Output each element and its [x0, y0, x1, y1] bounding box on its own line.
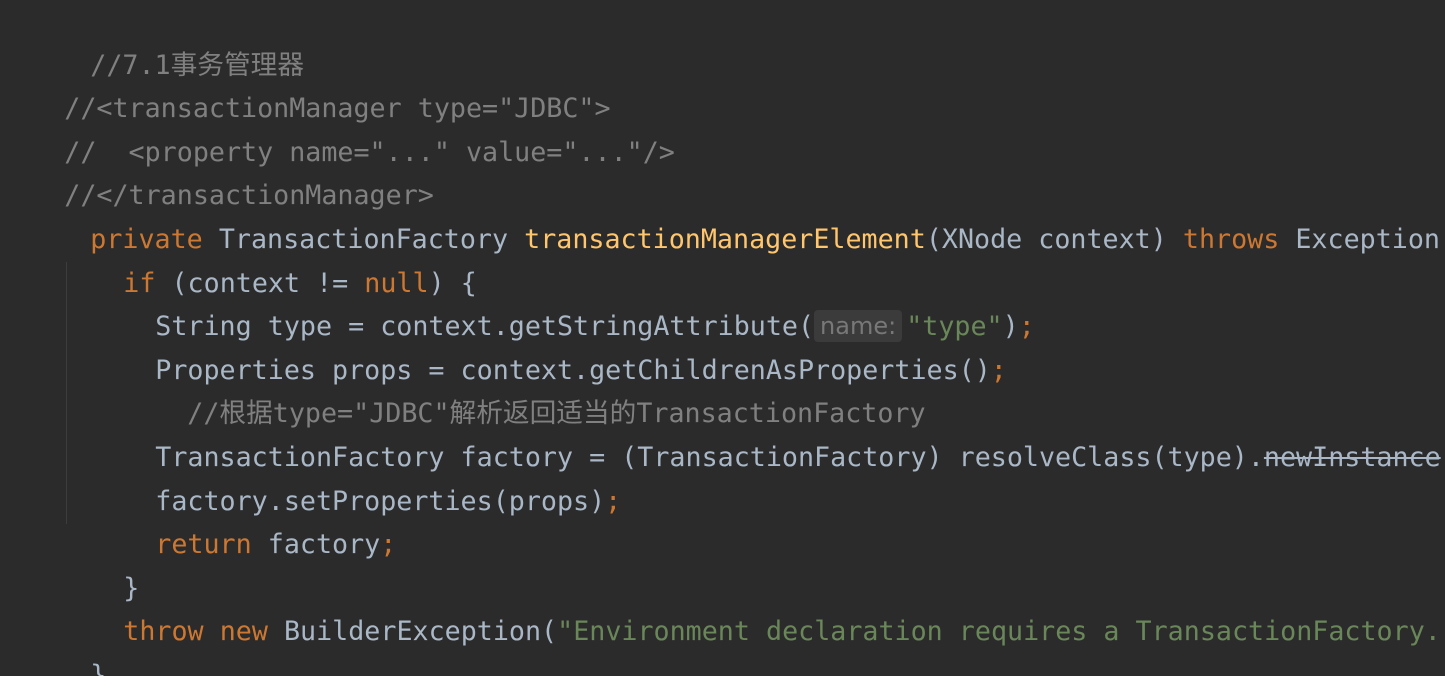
semicolon: ;	[990, 354, 1007, 386]
code-line-15: }	[26, 610, 106, 676]
code-line-9: //根据type="JDBC"解析返回适当的TransactionFactory	[123, 349, 925, 429]
code-line-1: //7.1事务管理器	[26, 0, 304, 81]
method-name: transactionManagerElement	[524, 223, 926, 255]
code-line-12: return factory;	[91, 480, 396, 560]
statement: BuilderException(	[267, 616, 558, 648]
method-params: (XNode context)	[925, 223, 1183, 255]
code-line-8: Properties props = context.getChildrenAs…	[91, 305, 1007, 386]
call-parens: ()	[1441, 442, 1445, 473]
code-line-14: throw new BuilderException("Environment …	[59, 567, 1445, 647]
semicolon: ;	[380, 529, 397, 561]
code-line-10: TransactionFactory factory = (Transactio…	[91, 392, 1445, 473]
code-line-11: factory.setProperties(props);	[91, 436, 621, 517]
exception-type: Exception {	[1295, 223, 1440, 255]
code-line-7: String type = context.getStringAttribute…	[91, 262, 1035, 343]
code-line-3: // <property name="..." value="..."/>	[0, 87, 675, 168]
semicolon: ;	[605, 485, 622, 517]
keyword-throws: throws	[1182, 223, 1280, 255]
code-line-13: }	[59, 523, 139, 604]
code-line-5: private TransactionFactory transactionMa…	[26, 174, 1445, 255]
statement: factory	[251, 529, 381, 561]
closing-brace: }	[90, 659, 107, 676]
string-literal: "Environment declaration requires a Tran…	[557, 616, 1445, 648]
keyword-return: return	[155, 529, 252, 561]
code-editor[interactable]: //7.1事务管理器 //<transactionManager type="J…	[0, 0, 1445, 676]
semicolon: ;	[1018, 311, 1035, 343]
code-line-2: //<transactionManager type="JDBC">	[0, 44, 610, 124]
keyword-new: new	[203, 616, 268, 648]
code-line-6: if (context != null) {	[59, 218, 477, 299]
deprecated-method: newInstance	[1263, 441, 1441, 473]
keyword-throw: throw	[123, 616, 204, 648]
code-line-4: //</transactionManager>	[0, 131, 434, 211]
